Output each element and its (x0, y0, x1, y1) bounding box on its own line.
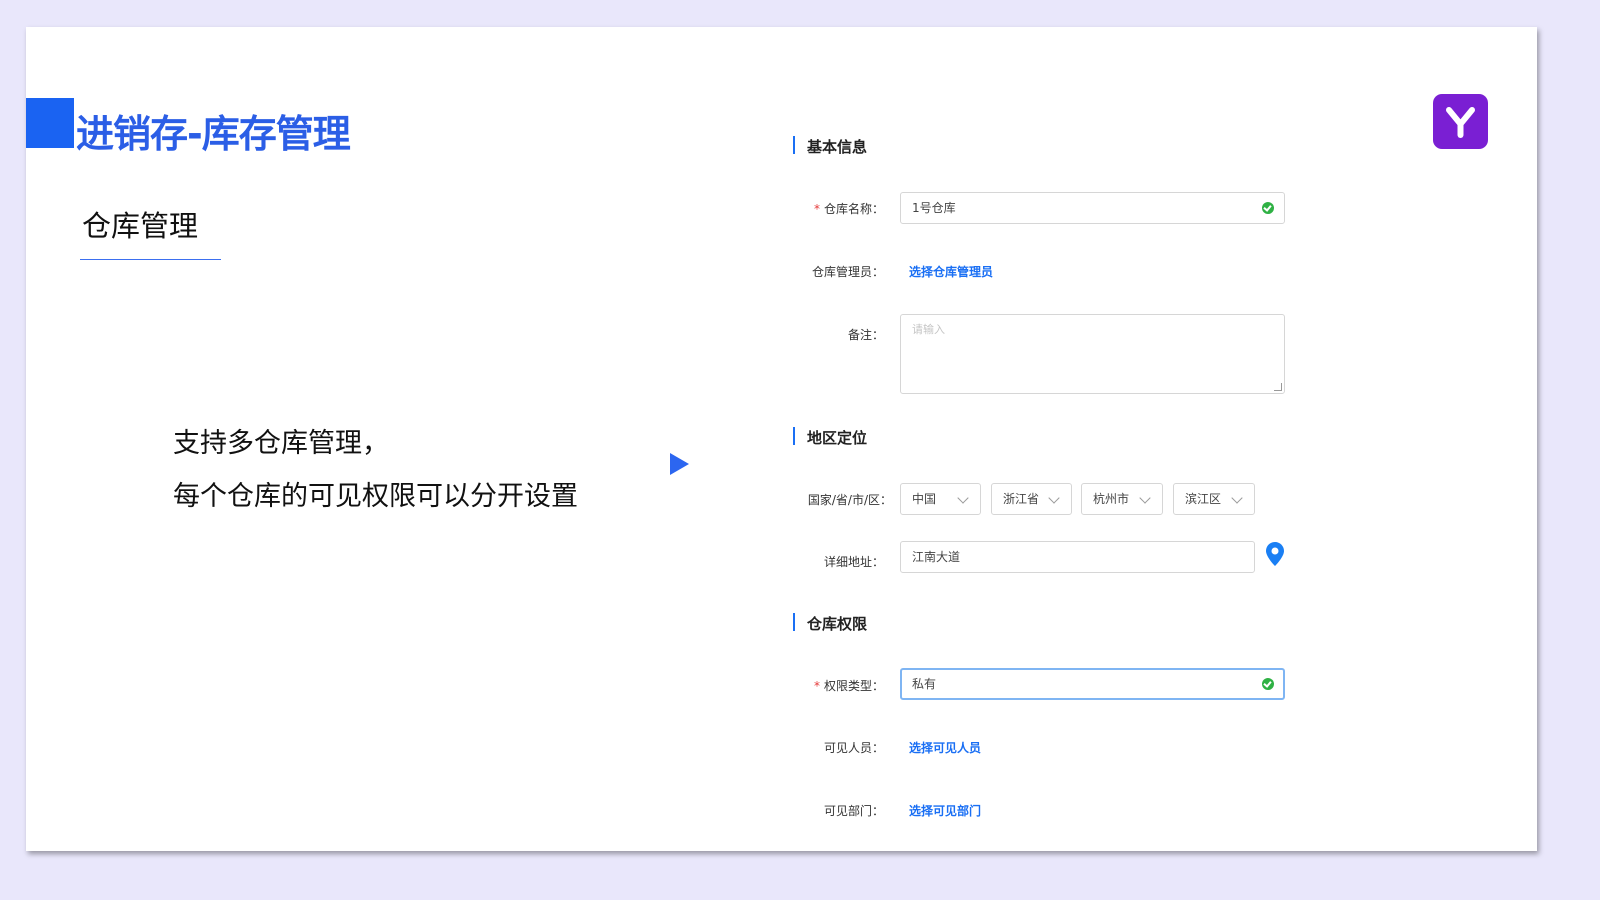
subtitle-underline (80, 259, 221, 260)
feature-description: 支持多仓库管理， 每个仓库的可见权限可以分开设置 (173, 417, 578, 523)
address-value: 江南大道 (912, 550, 961, 564)
country-select[interactable]: 中国 (900, 483, 981, 515)
permission-type-value: 私有 (912, 677, 937, 691)
permission-type-label: * 权限类型： (813, 679, 884, 693)
warehouse-name-label: * 仓库名称： (813, 202, 884, 216)
remark-label: 备注： (847, 328, 884, 342)
chevron-down-icon (1231, 492, 1243, 504)
province-select[interactable]: 浙江省 (991, 483, 1072, 515)
address-label: 详细地址： (823, 555, 884, 569)
select-manager-link[interactable]: 选择仓库管理员 (909, 263, 993, 280)
resize-handle-icon[interactable] (1274, 383, 1282, 391)
check-circle-icon (1262, 678, 1274, 690)
check-circle-icon (1262, 202, 1274, 214)
chevron-down-icon (957, 492, 969, 504)
district-select[interactable]: 滨江区 (1173, 483, 1255, 515)
section-permission: 仓库权限 (793, 613, 867, 634)
permission-type-input[interactable]: 私有 (900, 668, 1285, 700)
title-accent-block (26, 98, 74, 148)
page-title: 进销存-库存管理 (76, 112, 351, 156)
region-label: 国家/省/市/区： (807, 493, 892, 507)
warehouse-name-input[interactable]: 1号仓库 (900, 192, 1285, 224)
slide: 进销存-库存管理 仓库管理 支持多仓库管理， 每个仓库的可见权限可以分开设置 基… (26, 27, 1537, 851)
chevron-down-icon (1139, 492, 1151, 504)
section-location: 地区定位 (793, 427, 867, 448)
warehouse-name-value: 1号仓库 (912, 201, 956, 215)
select-visible-people-link[interactable]: 选择可见人员 (909, 739, 981, 756)
address-input[interactable]: 江南大道 (900, 541, 1255, 573)
description-line-1: 支持多仓库管理， (173, 428, 389, 459)
select-visible-dept-link[interactable]: 选择可见部门 (909, 802, 981, 819)
visible-dept-label: 可见部门： (823, 804, 884, 818)
city-select[interactable]: 杭州市 (1081, 483, 1163, 515)
description-line-2: 每个仓库的可见权限可以分开设置 (173, 481, 578, 512)
location-pin-icon[interactable] (1265, 541, 1285, 567)
brand-logo-icon (1433, 94, 1488, 149)
play-arrow-icon (670, 453, 689, 475)
section-basic-info: 基本信息 (793, 136, 867, 157)
remark-textarea[interactable]: 请输入 (900, 314, 1285, 394)
remark-placeholder: 请输入 (912, 323, 945, 336)
chevron-down-icon (1048, 492, 1060, 504)
visible-people-label: 可见人员： (823, 741, 884, 755)
manager-label: 仓库管理员： (811, 265, 884, 279)
section-subtitle: 仓库管理 (82, 209, 199, 243)
